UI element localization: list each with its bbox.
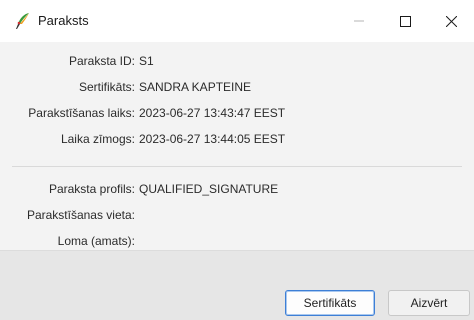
field-timestamp: Laika zīmogs: 2023-06-27 13:44:05 EEST	[0, 132, 474, 150]
field-label: Paraksta ID:	[68, 54, 135, 68]
close-window-button[interactable]	[428, 0, 474, 42]
field-value: QUALIFIED_SIGNATURE	[139, 182, 279, 196]
section-divider	[12, 166, 462, 167]
field-label: Parakstīšanas vieta:	[26, 208, 135, 222]
maximize-icon	[399, 15, 411, 27]
field-label: Paraksta profils:	[48, 182, 135, 196]
minimize-icon	[354, 20, 364, 22]
field-value: 2023-06-27 13:44:05 EEST	[139, 132, 286, 146]
feather-pen-icon	[16, 13, 29, 29]
minimize-button[interactable]	[336, 0, 382, 42]
field-signature-profile: Paraksta profils: QUALIFIED_SIGNATURE	[0, 182, 474, 200]
close-icon	[445, 15, 457, 27]
field-label: Parakstīšanas laiks:	[28, 106, 135, 120]
signature-details: Paraksta ID: S1 Sertifikāts: SANDRA KAPT…	[0, 42, 474, 250]
field-value: SANDRA KAPTEINE	[139, 80, 252, 94]
window-title: Paraksts	[38, 13, 89, 28]
close-button[interactable]: Aizvērt	[388, 290, 470, 316]
title-bar[interactable]: Paraksts	[0, 0, 474, 42]
field-label: Loma (amats):	[57, 234, 135, 248]
button-bar: Sertifikāts Aizvērt	[0, 250, 474, 320]
field-signing-place: Parakstīšanas vieta:	[0, 208, 474, 226]
maximize-button[interactable]	[382, 0, 428, 42]
field-value: S1	[139, 54, 154, 68]
signature-dialog: Paraksts Paraksta ID: S1 Sertifikāts: SA…	[0, 0, 474, 320]
field-certificate: Sertifikāts: SANDRA KAPTEINE	[0, 80, 474, 98]
field-signing-time: Parakstīšanas laiks: 2023-06-27 13:43:47…	[0, 106, 474, 124]
field-label: Laika zīmogs:	[60, 132, 135, 146]
certificate-button[interactable]: Sertifikāts	[285, 290, 375, 316]
field-signature-id: Paraksta ID: S1	[0, 54, 474, 72]
field-label: Sertifikāts:	[78, 80, 135, 94]
field-value: 2023-06-27 13:43:47 EEST	[139, 106, 286, 120]
